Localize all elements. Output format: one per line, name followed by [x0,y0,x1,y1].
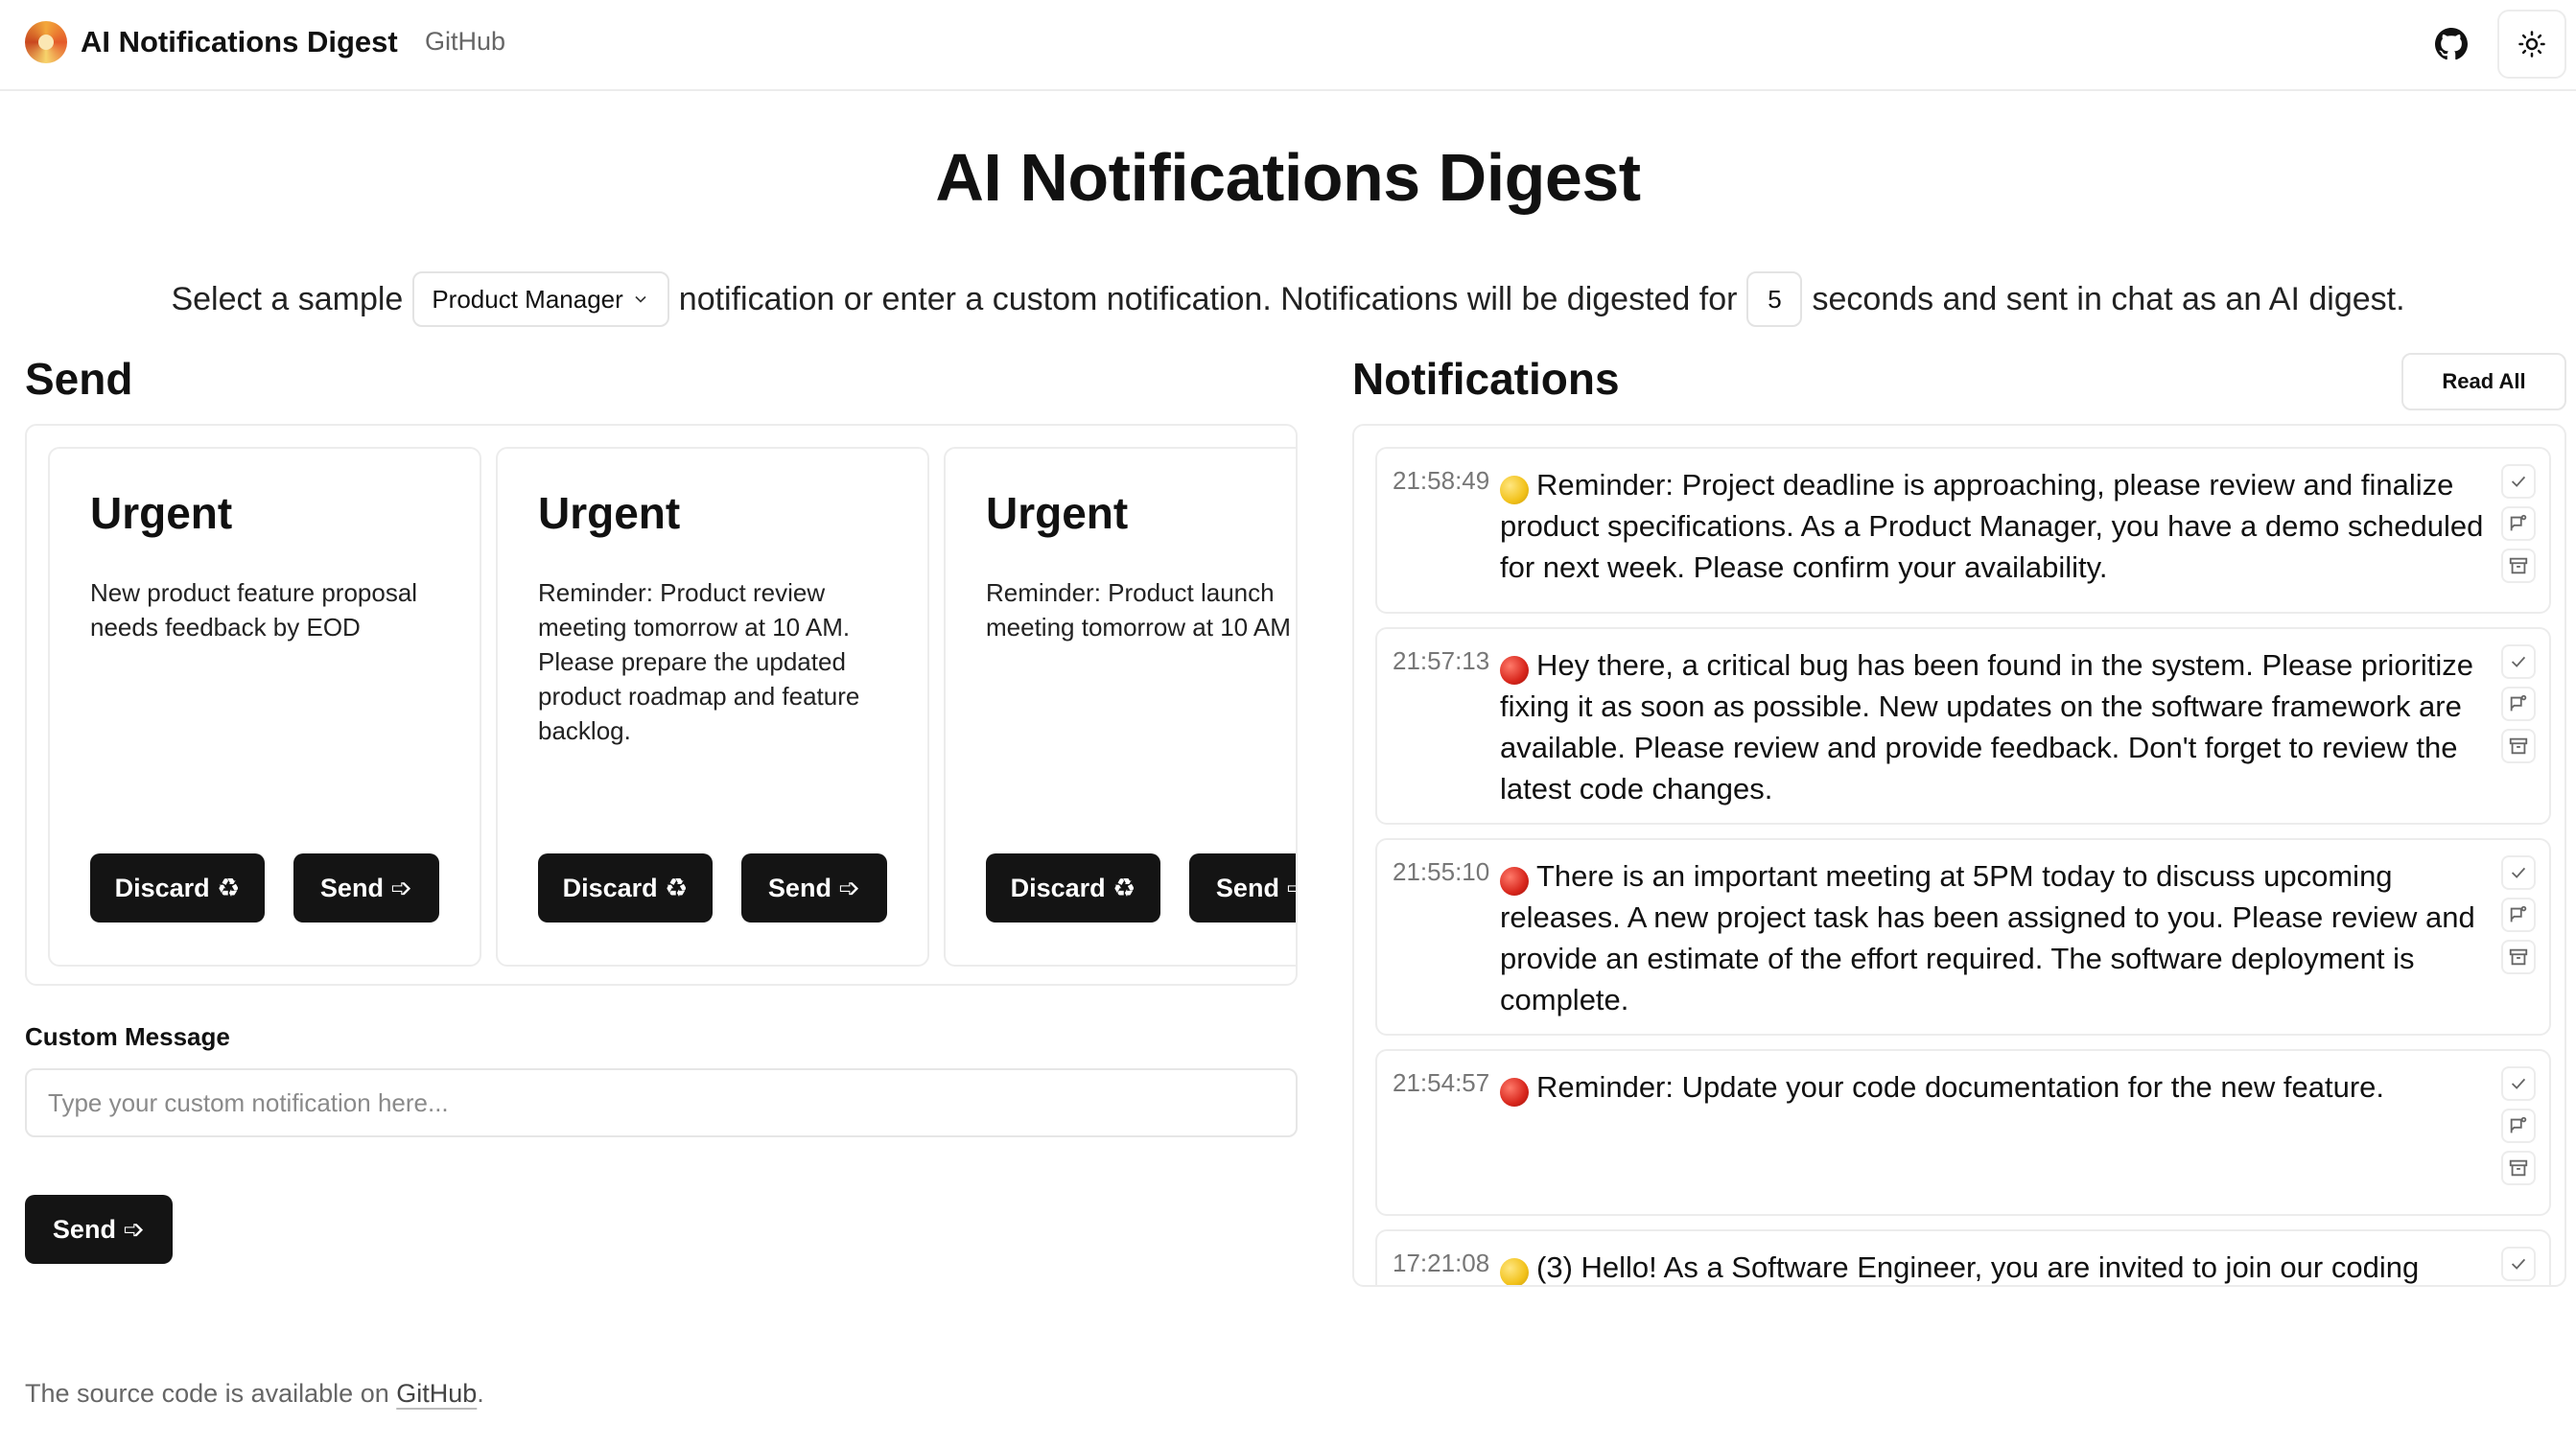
intro-text-middle: notification or enter a custom notificat… [678,280,1738,317]
mark-read-button[interactable] [2501,1066,2536,1101]
sample-card: Urgent New product feature proposal need… [48,447,481,967]
archive-button[interactable] [2501,1151,2536,1185]
notification-time: 21:57:13 [1393,646,1490,675]
notification-actions [2501,464,2536,583]
reply-button[interactable] [2501,1109,2536,1143]
send-button[interactable]: Send ➩ [741,853,887,923]
notification-time: 21:55:10 [1393,857,1490,886]
archive-button[interactable] [2501,729,2536,763]
card-message: Reminder: Product review meeting tomorro… [538,578,860,745]
footer: The source code is available on GitHub. [25,1379,484,1409]
role-select-value: Product Manager [432,284,623,314]
notification-text: There is an important meeting at 5PM tod… [1500,859,2475,1016]
sample-card: Urgent Reminder: Product launch meeting … [944,447,1296,967]
intro-text-before: Select a sample [171,280,404,317]
custom-message-label: Custom Message [25,1022,230,1051]
archive-icon [2509,1159,2528,1177]
message-flag-icon [2510,514,2527,531]
github-icon [2435,28,2468,60]
read-all-button[interactable]: Read All [2401,353,2566,410]
chevron-down-icon [635,295,646,303]
footer-github-link[interactable]: GitHub [396,1379,477,1408]
check-icon [2511,1078,2526,1089]
discard-button[interactable]: Discard ♻ [90,853,265,923]
send-heading: Send [25,354,133,404]
brand-title[interactable]: AI Notifications Digest [81,25,398,59]
intro-sentence: Select a sample Product Manager notifica… [0,270,2576,328]
notification-actions [2501,1066,2536,1185]
mark-read-button[interactable] [2501,855,2536,890]
check-icon [2511,476,2526,487]
page-title: AI Notifications Digest [935,140,1641,215]
archive-button[interactable] [2501,549,2536,583]
notification-actions [2501,1247,2536,1281]
custom-send-button[interactable]: Send ➩ [25,1195,173,1264]
notification-text: (3) Hello! As a Software Engineer, you a… [1536,1250,2420,1284]
archive-icon [2509,557,2528,574]
archive-icon [2509,948,2528,966]
notification-text: Hey there, a critical bug has been found… [1500,648,2474,806]
custom-message-input[interactable] [25,1068,1298,1137]
send-button[interactable]: Send ➩ [293,853,439,923]
mark-read-button[interactable] [2501,1247,2536,1281]
message-flag-icon [2510,694,2527,712]
theme-toggle-button[interactable] [2497,10,2566,79]
reply-button[interactable] [2501,506,2536,541]
notification-time: 21:54:57 [1393,1068,1490,1097]
notification-time: 17:21:08 [1393,1249,1490,1277]
top-navbar: AI Notifications Digest GitHub [0,0,2576,91]
role-select[interactable]: Product Manager [412,271,669,327]
check-icon [2511,867,2526,878]
sample-card: Urgent Reminder: Product review meeting … [496,447,929,967]
reply-button[interactable] [2501,687,2536,721]
notifications-heading: Notifications [1352,354,1620,404]
discard-button[interactable]: Discard ♻ [986,853,1160,923]
sun-icon [2518,31,2545,58]
archive-icon [2509,737,2528,755]
notification-item: 21:55:10 There is an important meeting a… [1375,838,2551,1036]
notification-time: 21:58:49 [1393,466,1490,495]
notification-actions [2501,855,2536,974]
discard-button[interactable]: Discard ♻ [538,853,713,923]
notification-item: 21:54:57 Reminder: Update your code docu… [1375,1049,2551,1216]
message-flag-icon [2510,905,2527,923]
notification-item: 21:58:49 Reminder: Project deadline is a… [1375,447,2551,614]
sample-cards-carousel[interactable]: Urgent New product feature proposal need… [25,424,1298,986]
check-icon [2511,656,2526,667]
card-priority-title: Urgent [986,488,1129,538]
notification-actions [2501,644,2536,763]
notification-item: 17:21:08 (3) Hello! As a Software Engine… [1375,1229,2551,1285]
notification-text: Reminder: Update your code documentation… [1536,1070,2385,1104]
check-icon [2511,1258,2526,1270]
archive-button[interactable] [2501,940,2536,974]
notifications-list[interactable]: 21:58:49 Reminder: Project deadline is a… [1352,424,2566,1287]
reply-button[interactable] [2501,898,2536,932]
footer-period: . [477,1379,484,1408]
card-priority-title: Urgent [90,488,233,538]
card-message: Reminder: Product launch meeting tomorro… [986,578,1291,642]
notification-item: 21:57:13 Hey there, a critical bug has b… [1375,627,2551,825]
mark-read-button[interactable] [2501,464,2536,499]
logo-icon[interactable] [25,21,67,63]
notification-text: Reminder: Project deadline is approachin… [1500,468,2484,584]
github-icon-button[interactable] [2428,21,2474,67]
nav-github-link[interactable]: GitHub [425,27,505,57]
card-priority-title: Urgent [538,488,681,538]
digest-seconds-input[interactable]: 5 [1746,271,1803,327]
send-button[interactable]: Send ➩ [1189,853,1296,923]
mark-read-button[interactable] [2501,644,2536,679]
footer-text: The source code is available on [25,1379,389,1408]
intro-text-after: seconds and sent in chat as an AI digest… [1812,280,2405,317]
card-message: New product feature proposal needs feedb… [90,578,418,642]
message-flag-icon [2510,1116,2527,1133]
